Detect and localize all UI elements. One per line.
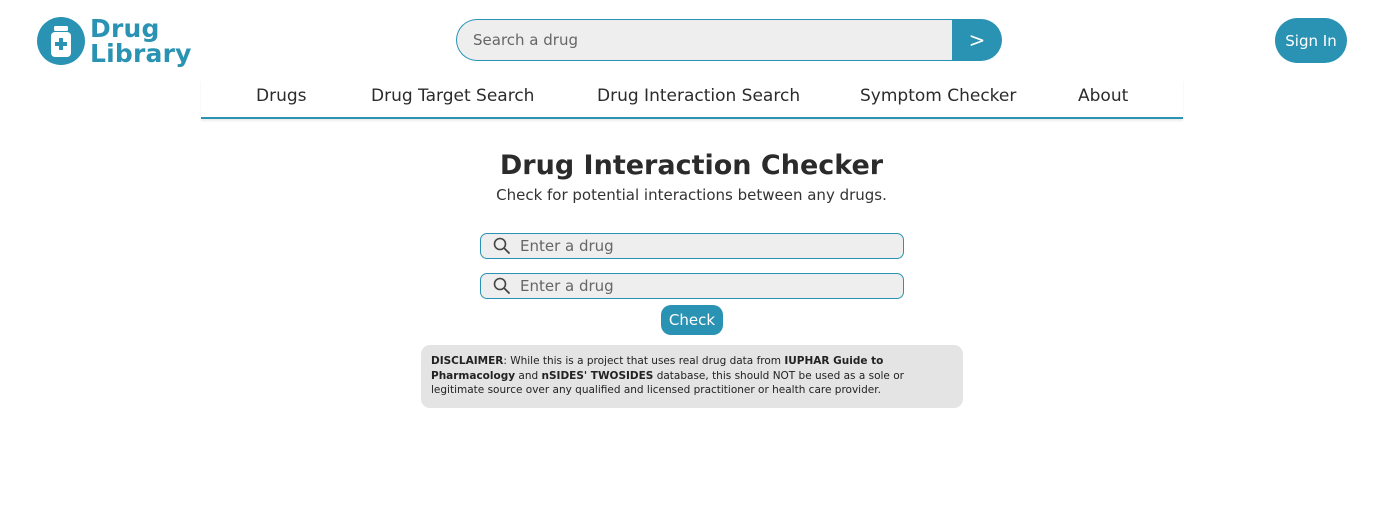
- medicine-bottle-icon: [37, 17, 85, 65]
- disclaimer-box: DISCLAIMER: While this is a project that…: [421, 345, 963, 408]
- logo[interactable]: Drug Library: [37, 16, 192, 66]
- search-input[interactable]: [456, 19, 952, 61]
- page-title: Drug Interaction Checker: [499, 150, 884, 181]
- disclaimer-text-2: and: [515, 369, 542, 382]
- search-icon: [493, 277, 510, 294]
- drug-input-2[interactable]: [520, 277, 890, 295]
- nav-item-drug-interaction-search[interactable]: Drug Interaction Search: [597, 86, 800, 106]
- page: Drug Library > Sign In Drugs Drug Target…: [0, 0, 1395, 527]
- check-button[interactable]: Check: [661, 305, 723, 335]
- search-submit-button[interactable]: >: [952, 19, 1002, 61]
- nav-item-drug-target-search[interactable]: Drug Target Search: [371, 86, 534, 106]
- nav-item-drugs[interactable]: Drugs: [256, 86, 307, 106]
- drug-field-2: [480, 273, 904, 299]
- drug-field-1: [480, 233, 904, 259]
- top-search-bar: >: [456, 19, 1002, 61]
- sign-in-button[interactable]: Sign In: [1275, 18, 1347, 63]
- main-nav: Drugs Drug Target Search Drug Interactio…: [201, 80, 1183, 119]
- logo-text: Drug Library: [90, 16, 192, 66]
- disclaimer-label: DISCLAIMER: [431, 355, 504, 367]
- nav-item-about[interactable]: About: [1078, 86, 1128, 106]
- drug-input-1[interactable]: [520, 237, 890, 255]
- search-icon: [493, 237, 510, 254]
- disclaimer-text-1: : While this is a project that uses real…: [503, 355, 785, 367]
- nav-item-symptom-checker[interactable]: Symptom Checker: [860, 86, 1016, 106]
- disclaimer-source-2: nSIDES' TWOSIDES: [541, 369, 654, 382]
- logo-text-line2: Library: [90, 39, 192, 68]
- logo-text-line1: Drug: [90, 14, 160, 43]
- page-subtitle: Check for potential interactions between…: [496, 186, 887, 204]
